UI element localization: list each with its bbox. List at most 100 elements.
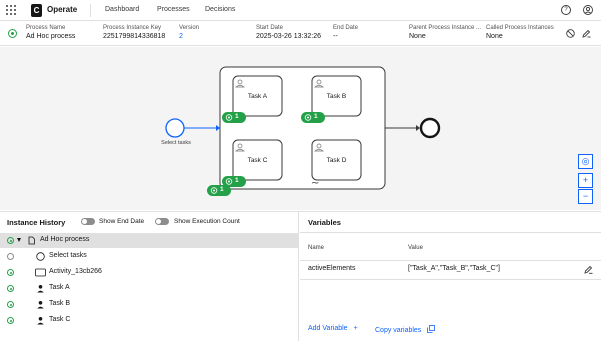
active-status-icon (7, 237, 14, 244)
header-start-date: Start Date 2025-03-26 13:32:26 (256, 25, 321, 40)
plus-icon: + (353, 325, 358, 332)
end-date-toggle-label: Show End Date (99, 218, 145, 225)
task-a-badge-count: 1 (235, 113, 239, 120)
variables-col-value: Value (408, 245, 423, 251)
task-b-label: Task B (326, 93, 347, 100)
start-event-label: Select tasks (161, 140, 191, 146)
header-label: Process Instance Key (103, 25, 162, 31)
header-label: End Date (333, 25, 359, 31)
header-label: Start Date (256, 25, 284, 31)
task-d-label: Task D (326, 157, 347, 164)
help-icon[interactable]: ? (561, 5, 571, 15)
active-status-icon (7, 269, 14, 276)
task-b-badge (301, 112, 325, 123)
bpmn-diagram-canvas[interactable]: ~ Select tasks Task A Task B Task C Task… (0, 47, 601, 210)
active-status-icon (7, 301, 14, 308)
header-label: Called Process Instances (486, 25, 554, 31)
camunda-logo: C (31, 4, 42, 17)
task-c-label: Task C (247, 157, 268, 164)
nav-dashboard[interactable]: Dashboard (105, 6, 139, 13)
collapse-chevron-icon[interactable] (17, 238, 21, 242)
header-label: Process Name (26, 25, 66, 31)
header-value: 2025-03-26 13:32:26 (256, 33, 321, 40)
header-value: Ad Hoc process (26, 33, 76, 40)
add-variable-label: Add Variable (308, 325, 348, 332)
user-task-icon (36, 284, 45, 293)
completed-status-icon (7, 253, 14, 260)
user-icon[interactable] (583, 5, 593, 15)
user-task-icon (36, 300, 45, 309)
header-instance-key: Process Instance Key 2251799814336818 (103, 25, 165, 40)
copy-variables-label: Copy variables (375, 327, 422, 334)
history-row-label: Task B (49, 300, 71, 307)
nav-decisions[interactable]: Decisions (205, 6, 235, 13)
modify-instance-icon[interactable] (582, 29, 591, 38)
start-event-select-tasks[interactable] (165, 118, 185, 138)
history-row-select-tasks[interactable]: Select tasks (0, 249, 298, 264)
variable-name: activeElements (308, 265, 356, 272)
divider (300, 279, 601, 280)
variables-col-name: Name (308, 245, 325, 251)
header-parent-instance: Parent Process Instance ... None (409, 25, 481, 40)
end-event[interactable] (419, 117, 441, 139)
header-value: None (409, 33, 426, 40)
top-navigation: C Operate Dashboard Processes Decisions … (0, 0, 601, 21)
process-icon (27, 236, 36, 245)
active-status-icon (7, 317, 14, 324)
subprocess-icon (35, 268, 46, 277)
instance-history-title: Instance History (7, 218, 66, 227)
zoom-out-button[interactable]: − (578, 189, 593, 204)
task-a-badge (222, 112, 246, 123)
history-row-label: Select tasks (49, 252, 87, 259)
task-c-badge-count: 1 (235, 177, 239, 184)
start-event-icon (36, 252, 45, 261)
subprocess-badge-count: 1 (220, 186, 224, 193)
reset-diagram-zoom-button[interactable]: ◎ (578, 154, 593, 169)
variable-value: ["Task_A","Task_B","Task_C"] (408, 265, 500, 272)
app-switcher-icon[interactable] (6, 5, 17, 16)
cancel-instance-icon[interactable] (566, 29, 575, 38)
user-task-icon (36, 316, 45, 325)
add-variable-button[interactable]: Add Variable + (308, 325, 358, 332)
bottom-panels: Instance History Show End Date Show Exec… (0, 211, 601, 341)
header-value: -- (333, 33, 338, 40)
history-row-task-c[interactable]: Task C (0, 313, 298, 328)
version-link[interactable]: 2 (179, 33, 199, 40)
header-value: 2251799814336818 (103, 33, 166, 40)
task-b-badge-count: 1 (314, 113, 318, 120)
subprocess-badge (207, 185, 231, 196)
variables-title: Variables (308, 218, 341, 227)
history-row-label: Activity_13cb266 (49, 268, 102, 275)
divider (300, 232, 601, 233)
task-a-label: Task A (247, 93, 268, 100)
history-row-label: Ad Hoc process (40, 236, 90, 243)
active-status-icon (7, 285, 14, 292)
nav-processes[interactable]: Processes (157, 6, 190, 13)
zoom-in-button[interactable]: + (578, 173, 593, 188)
history-row-task-b[interactable]: Task B (0, 297, 298, 312)
history-row-activity[interactable]: Activity_13cb266 (0, 265, 298, 280)
brand-title[interactable]: Operate (47, 5, 77, 14)
history-row-task-a[interactable]: Task A (0, 281, 298, 296)
header-process-name: Process Name Ad Hoc process (26, 25, 75, 40)
header-called-instances: Called Process Instances None (486, 25, 554, 40)
copy-variables-button[interactable]: Copy variables (375, 325, 436, 335)
header-label: Parent Process Instance ... (409, 25, 482, 31)
end-date-toggle[interactable] (81, 218, 95, 225)
history-row-label: Task A (49, 284, 70, 291)
header-version: Version 2 (179, 25, 199, 40)
execution-count-toggle[interactable] (155, 218, 169, 225)
history-row-ad-hoc-process[interactable]: Ad Hoc process (0, 233, 298, 248)
execution-count-toggle-label: Show Execution Count (174, 218, 240, 225)
edit-variable-icon[interactable] (584, 265, 593, 274)
history-row-label: Task C (49, 316, 71, 323)
header-value: None (486, 33, 503, 40)
instance-header: Process Name Ad Hoc process Process Inst… (0, 21, 601, 46)
instance-history-panel: Instance History Show End Date Show Exec… (0, 212, 299, 341)
nav-divider (90, 4, 91, 17)
instance-status-icon (8, 29, 17, 38)
header-label: Version (179, 25, 200, 31)
variables-panel: Variables Name Value activeElements ["Ta… (300, 212, 601, 341)
copy-icon (427, 325, 436, 335)
variable-row[interactable]: activeElements ["Task_A","Task_B","Task_… (300, 261, 601, 279)
